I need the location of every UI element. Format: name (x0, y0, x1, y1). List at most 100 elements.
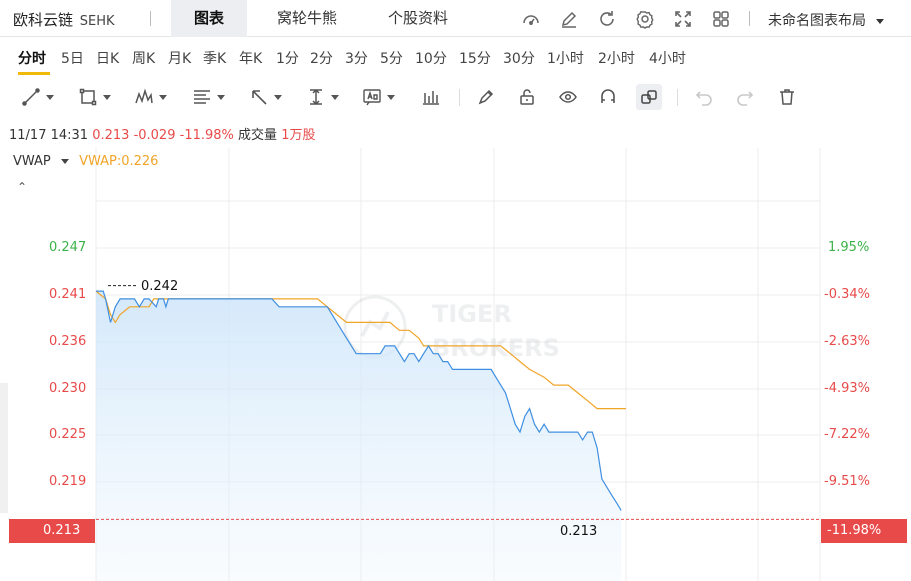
text-annotation-tool[interactable] (362, 84, 395, 110)
toolbar-divider (677, 89, 678, 106)
layout-name: 未命名图表布局 (768, 13, 866, 29)
watermark: TIGER BROKERS (343, 295, 560, 362)
period-daily[interactable]: 日K (96, 48, 119, 68)
indicator-tool[interactable] (421, 84, 441, 110)
quote-change-pct: -11.98% (179, 128, 234, 143)
chevron-down-icon (876, 18, 885, 24)
tab-warrants[interactable]: 窝轮牛熊 (257, 0, 357, 37)
chevron-up-icon[interactable]: ⌃ (17, 180, 27, 194)
header-divider (749, 11, 750, 26)
stock-name: 欧科云链 (13, 11, 74, 29)
refresh-icon[interactable] (597, 9, 617, 29)
quote-change: -0.029 (133, 128, 176, 143)
gear-icon[interactable] (635, 9, 655, 29)
period-5d[interactable]: 5日 (61, 48, 84, 68)
y-left-tick: 0.241 (49, 287, 87, 302)
quote-datetime: 11/17 14:31 (9, 128, 89, 143)
period-intraday[interactable]: 分时 (18, 48, 46, 68)
tab-chart[interactable]: 图表 (171, 0, 247, 37)
quote-price: 0.213 (92, 128, 130, 143)
period-weekly[interactable]: 周K (132, 48, 155, 68)
left-edge-handle[interactable] (0, 383, 8, 513)
pattern-tool[interactable] (134, 84, 167, 110)
layout-selector[interactable]: 未命名图表布局 (768, 10, 885, 30)
unlock-icon (520, 89, 534, 105)
lock-tool[interactable] (517, 84, 537, 110)
quote-info-line: 11/17 14:31 0.213 -0.029 -11.98% 成交量 1万股 (9, 124, 315, 143)
trend-line-tool[interactable] (21, 84, 54, 110)
y-right-tick: -7.22% (824, 427, 870, 442)
arrow-icon (252, 90, 267, 105)
period-2h[interactable]: 2小时 (598, 48, 635, 68)
period-10min[interactable]: 10分 (415, 48, 447, 68)
gauge-icon[interactable] (521, 9, 541, 29)
link-tool[interactable] (636, 84, 662, 110)
fibonacci-icon (194, 90, 210, 104)
bar-indicator-icon (423, 91, 439, 105)
y-right-tick: -2.63% (824, 334, 870, 349)
period-1min[interactable]: 1分 (276, 48, 299, 68)
eye-icon (559, 91, 577, 103)
vwap-value: VWAP:0.226 (79, 154, 159, 169)
last-price-tag-left: 0.213 (9, 519, 95, 543)
toolbar-divider (459, 89, 460, 106)
fullscreen-icon[interactable] (673, 9, 693, 29)
last-price-label: 0.213 (560, 524, 598, 539)
redo-icon (737, 91, 754, 106)
rectangle-tool[interactable] (78, 84, 111, 110)
rectangle-icon (79, 88, 97, 106)
y-right-tick: -4.93% (824, 381, 870, 396)
active-period-indicator (18, 72, 50, 75)
volume-value: 1万股 (281, 128, 316, 143)
undo-button[interactable] (694, 84, 714, 110)
trash-icon (780, 89, 794, 105)
measure-icon (310, 88, 322, 106)
y-left-tick: 0.247 (49, 240, 87, 255)
volume-label: 成交量 (238, 128, 278, 143)
pen-edit-icon[interactable] (559, 9, 579, 29)
y-left-tick: 0.219 (49, 474, 87, 489)
period-15min[interactable]: 15分 (459, 48, 491, 68)
y-left-tick: 0.230 (49, 381, 87, 396)
link-icon (641, 90, 657, 104)
chevron-down-icon (274, 94, 282, 100)
period-5min[interactable]: 5分 (380, 48, 403, 68)
period-30min[interactable]: 30分 (503, 48, 535, 68)
intraday-chart[interactable]: TIGER BROKERS (0, 145, 911, 581)
measure-tool[interactable] (306, 84, 339, 110)
indicator-row[interactable]: VWAP VWAP:0.226 (13, 154, 158, 169)
magnet-tool[interactable] (598, 84, 618, 110)
brush-tool[interactable] (476, 84, 496, 110)
svg-text:BROKERS: BROKERS (432, 334, 560, 362)
stock-code: SEHK (79, 14, 115, 29)
y-right-tick: 1.95% (828, 240, 870, 255)
period-bar: 分时 5日 日K 周K 月K 季K 年K 1分 2分 3分 5分 10分 15分… (0, 38, 911, 76)
top-header: 欧科云链 SEHK 图表 窝轮牛熊 个股资料 未命名图表布局 (0, 0, 911, 37)
chevron-down-icon (331, 94, 339, 100)
chevron-down-icon (46, 94, 54, 100)
arrow-tool[interactable] (249, 84, 282, 110)
period-4h[interactable]: 4小时 (649, 48, 686, 68)
period-1h[interactable]: 1小时 (547, 48, 584, 68)
visibility-tool[interactable] (558, 84, 578, 110)
fibonacci-tool[interactable] (192, 84, 225, 110)
grid-layout-icon[interactable] (711, 9, 731, 29)
delete-drawings-button[interactable] (777, 84, 797, 110)
svg-text:TIGER: TIGER (432, 300, 512, 328)
drawing-toolbar (0, 80, 911, 113)
y-right-tick: -0.34% (824, 287, 870, 302)
period-yearly[interactable]: 年K (239, 48, 262, 68)
stock-title: 欧科云链 SEHK (13, 9, 115, 30)
y-left-tick: 0.236 (49, 334, 87, 349)
trend-line-icon (22, 88, 40, 106)
period-2min[interactable]: 2分 (310, 48, 333, 68)
chevron-down-icon (217, 94, 225, 100)
period-quarterly[interactable]: 季K (203, 48, 226, 68)
period-3min[interactable]: 3分 (345, 48, 368, 68)
chevron-down-icon[interactable] (60, 159, 69, 164)
prev-close-label: 0.242 (141, 279, 179, 294)
redo-button[interactable] (735, 84, 755, 110)
tab-company-profile[interactable]: 个股资料 (368, 0, 468, 37)
period-monthly[interactable]: 月K (168, 48, 191, 68)
y-left-tick: 0.225 (49, 427, 87, 442)
